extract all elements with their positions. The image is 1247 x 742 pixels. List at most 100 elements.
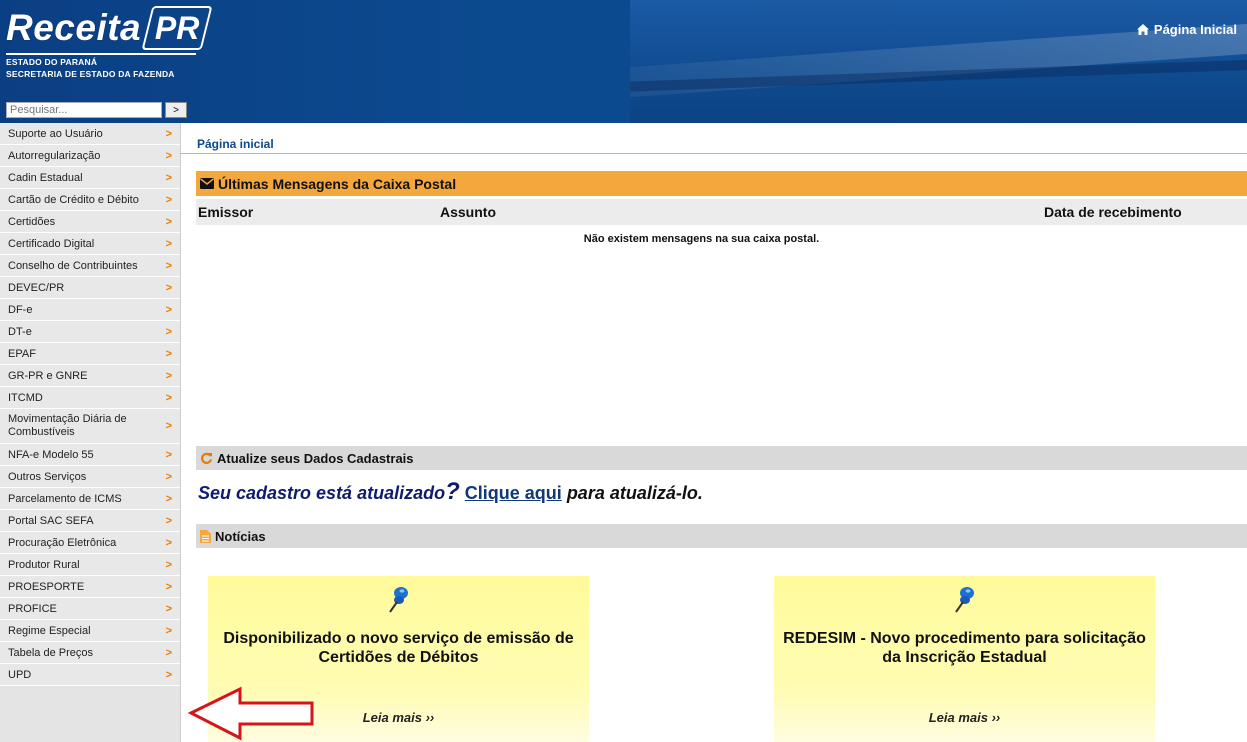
chevron-right-icon: > (165, 419, 172, 432)
sidebar-item-label: UPD (8, 668, 32, 681)
home-link-label: Página Inicial (1153, 22, 1237, 37)
site-logo[interactable]: Receita PR ESTADO DO PARANÁ SECRETARIA D… (6, 6, 213, 79)
sidebar-item-label: Certidões (8, 215, 56, 228)
sidebar-item[interactable]: GR-PR e GNRE > (0, 365, 180, 387)
chevron-right-icon: > (165, 391, 172, 404)
sidebar-item[interactable]: Portal SAC SEFA > (0, 510, 180, 532)
sidebar-item[interactable]: ITCMD > (0, 387, 180, 409)
sidebar-item-label: PROESPORTE (8, 580, 85, 593)
mailbox-title: Últimas Mensagens da Caixa Postal (218, 175, 457, 192)
sidebar-item[interactable]: Regime Especial > (0, 620, 180, 642)
sidebar-item[interactable]: EPAF > (0, 343, 180, 365)
sidebar-item[interactable]: DEVEC/PR > (0, 277, 180, 299)
sidebar-item-label: NFA-e Modelo 55 (8, 448, 94, 461)
update-title: Atualize seus Dados Cadastrais (217, 450, 414, 466)
chevron-right-icon: > (165, 624, 172, 637)
sidebar-item-label: Cartão de Crédito e Débito (8, 193, 139, 206)
sidebar-item[interactable]: DT-e > (0, 321, 180, 343)
sidebar-item-label: Cadin Estadual (8, 171, 83, 184)
sidebar-item[interactable]: PROESPORTE > (0, 576, 180, 598)
refresh-icon (200, 452, 213, 465)
sidebar-item-label: EPAF (8, 347, 36, 360)
sidebar-item-label: DT-e (8, 325, 32, 338)
sidebar-item[interactable]: Certificado Digital > (0, 233, 180, 255)
news-card[interactable]: REDESIM - Novo procedimento para solicit… (774, 576, 1155, 742)
site-header: Receita PR ESTADO DO PARANÁ SECRETARIA D… (0, 0, 1247, 123)
breadcrumb-divider (180, 153, 1247, 154)
news-title: Notícias (215, 528, 266, 544)
sidebar-item[interactable]: PROFICE > (0, 598, 180, 620)
sidebar-item[interactable]: Parcelamento de ICMS > (0, 488, 180, 510)
pushpin-icon (774, 586, 1155, 619)
sidebar-item-label: DF-e (8, 303, 33, 316)
search-form: > (6, 102, 187, 118)
chevron-right-icon: > (165, 646, 172, 659)
sidebar-item[interactable]: Produtor Rural > (0, 554, 180, 576)
sidebar-item-label: Produtor Rural (8, 558, 80, 571)
update-question: Seu cadastro está atualizado (198, 483, 446, 503)
news-item-title: REDESIM - Novo procedimento para solicit… (783, 630, 1146, 666)
sidebar-item-label: Autorregularização (8, 149, 101, 162)
sidebar-item-label: Certificado Digital (8, 237, 95, 250)
sidebar-item[interactable]: Conselho de Contribuintes > (0, 255, 180, 277)
sidebar-item-label: Procuração Eletrônica (8, 536, 117, 549)
search-input[interactable] (6, 102, 162, 118)
sidebar-item[interactable]: Cartão de Crédito e Débito > (0, 189, 180, 211)
logo-pr-box: PR (141, 6, 213, 50)
sidebar-item-label: DEVEC/PR (8, 281, 65, 294)
chevron-right-icon: > (165, 470, 172, 483)
chevron-right-icon: > (165, 668, 172, 681)
update-section-header: Atualize seus Dados Cadastrais (196, 446, 1247, 470)
search-button[interactable]: > (165, 102, 187, 118)
sidebar-item[interactable]: Outros Serviços > (0, 466, 180, 488)
update-prompt: Seu cadastro está atualizado? Clique aqu… (198, 478, 703, 506)
chevron-right-icon: > (165, 558, 172, 571)
chevron-right-icon: > (165, 325, 172, 338)
home-icon (1136, 24, 1149, 35)
sidebar-item-label: Portal SAC SEFA (8, 514, 94, 527)
logo-subtitle-1: ESTADO DO PARANÁ (6, 57, 98, 67)
sidebar-item-label: Suporte ao Usuário (8, 127, 103, 140)
sidebar-item[interactable]: Suporte ao Usuário > (0, 123, 180, 145)
home-link[interactable]: Página Inicial (1136, 22, 1237, 37)
chevron-right-icon: > (165, 259, 172, 272)
sidebar-item-label: PROFICE (8, 602, 57, 615)
header-decoration (630, 0, 1247, 123)
sidebar-item-label: Parcelamento de ICMS (8, 492, 122, 505)
mailbox-empty-message: Não existem mensagens na sua caixa posta… (583, 233, 820, 245)
chevron-right-icon: > (165, 492, 172, 505)
chevron-right-icon: > (165, 303, 172, 316)
sidebar-menu: Suporte ao Usuário > Autorregularização > Ca… (0, 123, 181, 742)
sidebar-item[interactable]: Procuração Eletrônica > (0, 532, 180, 554)
update-link[interactable]: Clique aqui (465, 483, 562, 503)
col-sender: Emissor (198, 204, 254, 220)
chevron-right-icon: > (165, 448, 172, 461)
news-item-title: Disponibilizado o novo serviço de emissã… (223, 630, 574, 666)
chevron-right-icon: > (165, 127, 172, 140)
sidebar-item[interactable]: Tabela de Preços > (0, 642, 180, 664)
sidebar-item-label: Regime Especial (8, 624, 91, 637)
sidebar-item-label: Tabela de Preços (8, 646, 93, 659)
chevron-right-icon: > (165, 602, 172, 615)
sidebar-item[interactable]: UPD > (0, 664, 180, 686)
sidebar-item-label: Movimentação Diária de Combustíveis (8, 413, 127, 438)
logo-subtitle-2: SECRETARIA DE ESTADO DA FAZENDA (6, 69, 175, 79)
sidebar-item-label: Conselho de Contribuintes (8, 259, 138, 272)
sidebar-item[interactable]: Movimentação Diária de Combustíveis > (0, 409, 180, 444)
pushpin-icon (208, 586, 589, 619)
update-tail: para atualizá-lo. (566, 483, 703, 503)
sidebar-item[interactable]: NFA-e Modelo 55 > (0, 444, 180, 466)
document-icon (200, 529, 211, 543)
sidebar-item-label: Outros Serviços (8, 470, 87, 483)
chevron-right-icon: > (165, 369, 172, 382)
sidebar-item[interactable]: Autorregularização > (0, 145, 180, 167)
read-more-link[interactable]: Leia mais ›› (774, 710, 1155, 725)
sidebar-item[interactable]: DF-e > (0, 299, 180, 321)
chevron-right-icon: > (165, 281, 172, 294)
chevron-right-icon: > (165, 347, 172, 360)
sidebar-item[interactable]: Cadin Estadual > (0, 167, 180, 189)
chevron-right-icon: > (165, 193, 172, 206)
col-date: Data de recebimento (1044, 204, 1182, 220)
breadcrumb[interactable]: Página inicial (197, 137, 274, 151)
sidebar-item[interactable]: Certidões > (0, 211, 180, 233)
